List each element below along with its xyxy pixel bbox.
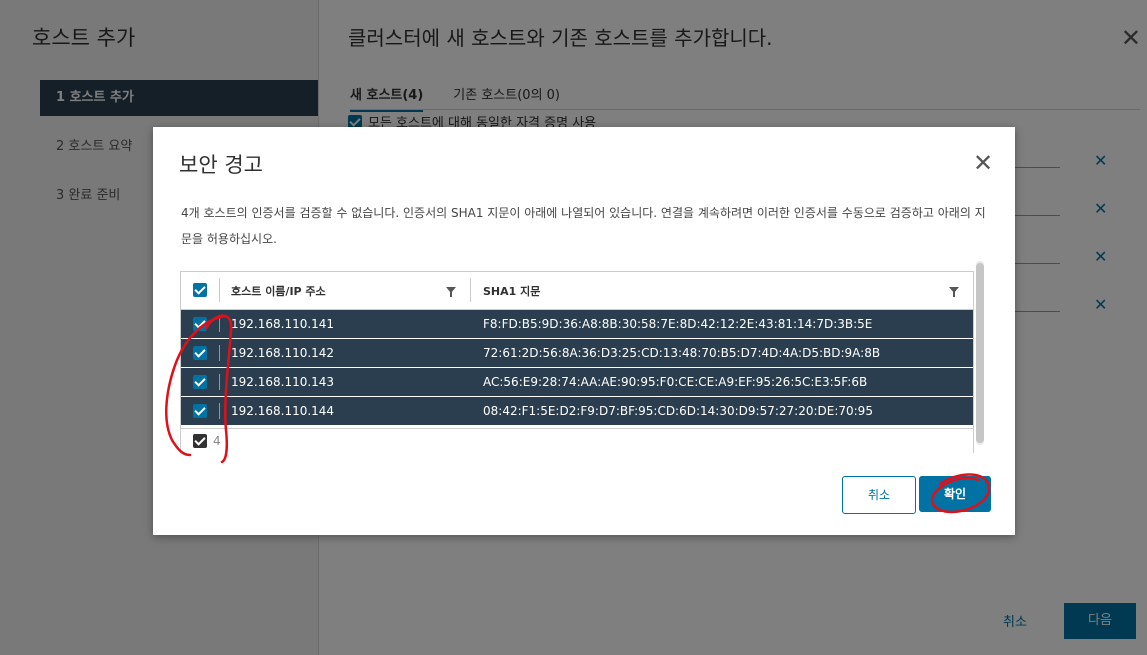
security-warning-dialog: 보안 경고 ✕ 4개 호스트의 인증서를 검증할 수 없습니다. 인증서의 SH… <box>153 127 1015 535</box>
sha1-thumbprint: F8:FD:B5:9D:36:A8:8B:30:58:7E:8D:42:12:2… <box>483 317 873 331</box>
table-row[interactable]: 192.168.110.144 08:42:F1:5E:D2:F9:D7:BF:… <box>181 397 973 426</box>
grid-footer: 4 <box>181 428 973 453</box>
column-divider <box>470 278 471 302</box>
certificate-grid: 호스트 이름/IP 주소 SHA1 지문 192.168.110.141 F8:… <box>180 271 974 453</box>
confirm-button[interactable]: 확인 <box>919 476 991 512</box>
cancel-button[interactable]: 취소 <box>842 476 916 514</box>
grid-header: 호스트 이름/IP 주소 SHA1 지문 <box>181 272 973 310</box>
close-icon[interactable]: ✕ <box>973 149 993 177</box>
dialog-message: 4개 호스트의 인증서를 검증할 수 없습니다. 인증서의 SHA1 지문이 아… <box>181 206 986 246</box>
host-ip: 192.168.110.144 <box>231 404 335 418</box>
column-divider <box>219 278 220 302</box>
row-checkbox[interactable] <box>193 317 207 331</box>
table-row[interactable]: 192.168.110.143 AC:56:E9:28:74:AA:AE:90:… <box>181 368 973 397</box>
host-ip: 192.168.110.141 <box>231 317 335 331</box>
row-checkbox[interactable] <box>193 375 207 389</box>
column-divider <box>219 316 220 332</box>
footer-checkbox[interactable] <box>193 434 207 448</box>
filter-icon[interactable] <box>446 287 456 297</box>
row-checkbox[interactable] <box>193 346 207 360</box>
select-all-checkbox[interactable] <box>193 283 207 297</box>
dialog-title: 보안 경고 <box>179 153 263 177</box>
host-ip: 192.168.110.142 <box>231 346 335 360</box>
sha1-thumbprint: AC:56:E9:28:74:AA:AE:90:95:F0:CE:CE:A9:E… <box>483 375 868 389</box>
sha1-thumbprint: 08:42:F1:5E:D2:F9:D7:BF:95:CD:6D:14:30:D… <box>483 404 873 418</box>
column-divider <box>219 403 220 419</box>
column-divider <box>219 374 220 390</box>
grid-scrollbar[interactable] <box>976 261 984 445</box>
table-row[interactable]: 192.168.110.142 72:61:2D:56:8A:36:D3:25:… <box>181 339 973 368</box>
sha1-thumbprint: 72:61:2D:56:8A:36:D3:25:CD:13:48:70:B5:D… <box>483 346 881 360</box>
scrollbar-thumb[interactable] <box>976 263 984 443</box>
column-header-host[interactable]: 호스트 이름/IP 주소 <box>231 283 326 299</box>
table-row[interactable]: 192.168.110.141 F8:FD:B5:9D:36:A8:8B:30:… <box>181 310 973 339</box>
column-divider <box>219 345 220 361</box>
row-count: 4 <box>213 434 221 448</box>
host-ip: 192.168.110.143 <box>231 375 335 389</box>
row-checkbox[interactable] <box>193 404 207 418</box>
filter-icon[interactable] <box>949 287 959 297</box>
column-header-sha1[interactable]: SHA1 지문 <box>483 283 540 299</box>
